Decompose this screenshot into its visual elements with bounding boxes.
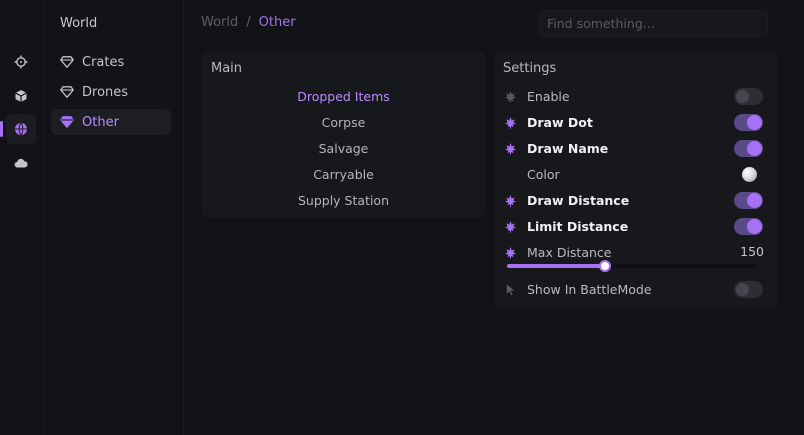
setting-label: Draw Distance [527,192,630,208]
setting-label: Show In BattleMode [527,281,652,297]
setting-row-enable: Enable [503,85,763,107]
sidebar-item-crates[interactable]: Crates [51,49,171,75]
rail-cloud-button[interactable] [6,148,36,178]
leaf-icon [503,219,517,233]
leaf-icon [503,89,517,103]
setting-label: Max Distance [527,244,612,260]
icon-rail [0,0,44,435]
sidebar-item-label: Crates [82,54,125,70]
leaf-icon [503,193,517,207]
setting-row-draw-distance: Draw Distance [503,189,763,211]
main-item-carryable[interactable]: Carryable [202,167,485,182]
max-distance-value: 150 [740,244,764,259]
color-swatch[interactable] [742,167,757,182]
setting-row-draw-dot: Draw Dot [503,111,763,133]
draw-dot-toggle[interactable] [734,114,763,131]
sidebar-title: World [60,16,98,31]
setting-row-color: Color [503,163,757,185]
limit-distance-toggle[interactable] [734,218,763,235]
setting-row-limit-distance: Limit Distance [503,215,763,237]
gem-icon [60,56,74,68]
cube-icon [15,90,27,102]
leaf-icon [503,141,517,155]
rail-crosshair-button[interactable] [6,47,36,77]
breadcrumb-separator: / [246,15,251,30]
setting-row-draw-name: Draw Name [503,137,763,159]
gem-icon [60,116,74,128]
sidebar-item-label: Other [82,114,119,130]
main-item-supply-station[interactable]: Supply Station [202,193,485,208]
setting-row-show-in-battlemode: Show In BattleMode [503,278,763,300]
setting-label: Enable [527,88,570,104]
breadcrumb-current: Other [258,15,296,30]
show-in-battlemode-toggle[interactable] [734,281,763,298]
breadcrumb-root[interactable]: World [201,15,238,30]
category-sidebar: World Crates Drones Other [45,0,184,435]
setting-label: Limit Distance [527,218,629,234]
gem-icon [60,86,74,98]
sidebar-item-other[interactable]: Other [51,109,171,135]
main-item-dropped-items[interactable]: Dropped Items [202,89,485,104]
slider-thumb[interactable] [598,260,611,272]
leaf-icon [503,115,517,129]
enable-toggle[interactable] [734,88,763,105]
setting-label: Draw Name [527,140,609,156]
cursor-icon [503,282,517,296]
draw-name-toggle[interactable] [734,140,763,157]
cloud-icon [14,158,28,168]
rail-globe-button[interactable] [0,114,36,144]
main-panel: Main Dropped Items Corpse Salvage Carrya… [202,52,485,218]
crosshair-icon [14,55,28,69]
main-item-salvage[interactable]: Salvage [202,141,485,156]
draw-distance-toggle[interactable] [734,192,763,209]
rail-cube-button[interactable] [6,81,36,111]
max-distance-slider[interactable] [507,260,757,272]
search-input[interactable] [539,10,768,37]
sidebar-item-label: Drones [82,84,129,100]
leaf-icon [503,245,517,259]
main-panel-title: Main [211,61,243,76]
sidebar-item-drones[interactable]: Drones [51,79,171,105]
settings-panel: Settings Enable Draw Dot Draw Name Color… [494,52,777,307]
setting-row-max-distance: Max Distance 150 [503,241,764,263]
setting-label: Color [527,166,560,182]
settings-panel-title: Settings [503,61,557,76]
globe-icon [15,122,27,136]
slider-fill [507,264,605,268]
breadcrumb: World / Other [201,15,296,30]
setting-label: Draw Dot [527,114,593,130]
main-item-corpse[interactable]: Corpse [202,115,485,130]
